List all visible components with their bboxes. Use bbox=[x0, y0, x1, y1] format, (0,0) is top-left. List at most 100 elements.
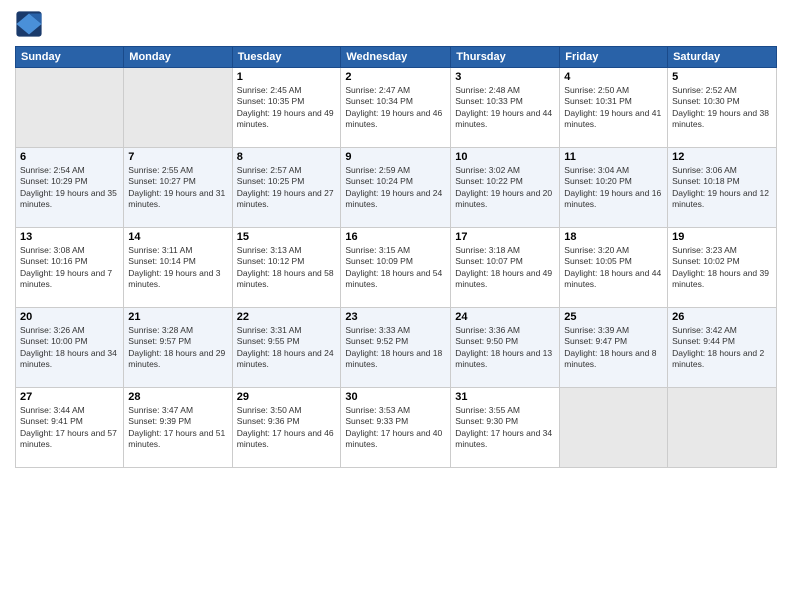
cell-info: Sunrise: 3:06 AMSunset: 10:18 PMDaylight… bbox=[672, 165, 772, 211]
calendar-cell: 11 Sunrise: 3:04 AMSunset: 10:20 PMDaylig… bbox=[560, 148, 668, 228]
calendar-cell bbox=[16, 68, 124, 148]
cell-info: Sunrise: 3:50 AMSunset: 9:36 PMDaylight:… bbox=[237, 405, 337, 451]
calendar-cell: 5 Sunrise: 2:52 AMSunset: 10:30 PMDayligh… bbox=[668, 68, 777, 148]
day-number: 31 bbox=[455, 391, 555, 403]
calendar-cell: 31Sunrise: 3:55 AMSunset: 9:30 PMDayligh… bbox=[451, 388, 560, 468]
day-number: 28 bbox=[128, 391, 227, 403]
calendar-cell: 18Sunrise: 3:20 AMSunset: 10:05 PMDaylig… bbox=[560, 228, 668, 308]
cell-info: Sunrise: 3:31 AMSunset: 9:55 PMDaylight:… bbox=[237, 325, 337, 371]
cell-info: Sunrise: 2:50 AMSunset: 10:31 PMDaylight… bbox=[564, 85, 663, 131]
cell-info: Sunrise: 3:36 AMSunset: 9:50 PMDaylight:… bbox=[455, 325, 555, 371]
cell-info: Sunrise: 2:59 AMSunset: 10:24 PMDaylight… bbox=[345, 165, 446, 211]
cell-info: Sunrise: 3:02 AMSunset: 10:22 PMDaylight… bbox=[455, 165, 555, 211]
calendar-week-row: 13Sunrise: 3:08 AMSunset: 10:16 PMDaylig… bbox=[16, 228, 777, 308]
calendar-cell: 7 Sunrise: 2:55 AMSunset: 10:27 PMDayligh… bbox=[124, 148, 232, 228]
cell-info: Sunrise: 2:48 AMSunset: 10:33 PMDaylight… bbox=[455, 85, 555, 131]
day-number: 8 bbox=[237, 151, 337, 163]
cell-info: Sunrise: 3:23 AMSunset: 10:02 PMDaylight… bbox=[672, 245, 772, 291]
day-number: 29 bbox=[237, 391, 337, 403]
day-number: 26 bbox=[672, 311, 772, 323]
calendar-cell: 24 Sunrise: 3:36 AMSunset: 9:50 PMDayligh… bbox=[451, 308, 560, 388]
day-of-week-header: Sunday bbox=[16, 47, 124, 68]
logo bbox=[15, 10, 46, 38]
day-number: 24 bbox=[455, 311, 555, 323]
calendar-week-row: 20 Sunrise: 3:26 AMSunset: 10:00 PMDaylig… bbox=[16, 308, 777, 388]
cell-info: Sunrise: 2:45 AMSunset: 10:35 PMDaylight… bbox=[237, 85, 337, 131]
calendar-cell: 17Sunrise: 3:18 AMSunset: 10:07 PMDaylig… bbox=[451, 228, 560, 308]
day-number: 27 bbox=[20, 391, 119, 403]
calendar-cell bbox=[560, 388, 668, 468]
calendar-cell bbox=[124, 68, 232, 148]
calendar-cell bbox=[668, 388, 777, 468]
day-of-week-header: Tuesday bbox=[232, 47, 341, 68]
logo-icon bbox=[15, 10, 43, 38]
calendar-cell: 6 Sunrise: 2:54 AMSunset: 10:29 PMDayligh… bbox=[16, 148, 124, 228]
day-number: 3 bbox=[455, 71, 555, 83]
calendar-table: SundayMondayTuesdayWednesdayThursdayFrid… bbox=[15, 46, 777, 468]
cell-info: Sunrise: 2:55 AMSunset: 10:27 PMDaylight… bbox=[128, 165, 227, 211]
day-of-week-header: Monday bbox=[124, 47, 232, 68]
cell-info: Sunrise: 2:52 AMSunset: 10:30 PMDaylight… bbox=[672, 85, 772, 131]
calendar-cell: 1 Sunrise: 2:45 AMSunset: 10:35 PMDayligh… bbox=[232, 68, 341, 148]
day-number: 16 bbox=[345, 231, 446, 243]
calendar-cell: 23 Sunrise: 3:33 AMSunset: 9:52 PMDayligh… bbox=[341, 308, 451, 388]
day-number: 4 bbox=[564, 71, 663, 83]
day-number: 20 bbox=[20, 311, 119, 323]
cell-info: Sunrise: 3:18 AMSunset: 10:07 PMDaylight… bbox=[455, 245, 555, 291]
calendar-cell: 13Sunrise: 3:08 AMSunset: 10:16 PMDaylig… bbox=[16, 228, 124, 308]
day-number: 2 bbox=[345, 71, 446, 83]
day-number: 5 bbox=[672, 71, 772, 83]
calendar-cell: 27Sunrise: 3:44 AMSunset: 9:41 PMDayligh… bbox=[16, 388, 124, 468]
calendar-cell: 19 Sunrise: 3:23 AMSunset: 10:02 PMDaylig… bbox=[668, 228, 777, 308]
cell-info: Sunrise: 3:39 AMSunset: 9:47 PMDaylight:… bbox=[564, 325, 663, 371]
cell-info: Sunrise: 2:47 AMSunset: 10:34 PMDaylight… bbox=[345, 85, 446, 131]
cell-info: Sunrise: 3:15 AMSunset: 10:09 PMDaylight… bbox=[345, 245, 446, 291]
cell-info: Sunrise: 3:13 AMSunset: 10:12 PMDaylight… bbox=[237, 245, 337, 291]
calendar-cell: 14 Sunrise: 3:11 AMSunset: 10:14 PMDaylig… bbox=[124, 228, 232, 308]
calendar-cell: 25 Sunrise: 3:39 AMSunset: 9:47 PMDayligh… bbox=[560, 308, 668, 388]
page: SundayMondayTuesdayWednesdayThursdayFrid… bbox=[0, 0, 792, 612]
day-number: 19 bbox=[672, 231, 772, 243]
day-of-week-header: Thursday bbox=[451, 47, 560, 68]
calendar-cell: 22Sunrise: 3:31 AMSunset: 9:55 PMDayligh… bbox=[232, 308, 341, 388]
calendar-cell: 2 Sunrise: 2:47 AMSunset: 10:34 PMDayligh… bbox=[341, 68, 451, 148]
cell-info: Sunrise: 3:11 AMSunset: 10:14 PMDaylight… bbox=[128, 245, 227, 291]
day-number: 6 bbox=[20, 151, 119, 163]
calendar-week-row: 27Sunrise: 3:44 AMSunset: 9:41 PMDayligh… bbox=[16, 388, 777, 468]
calendar-cell: 21Sunrise: 3:28 AMSunset: 9:57 PMDayligh… bbox=[124, 308, 232, 388]
calendar-cell: 8Sunrise: 2:57 AMSunset: 10:25 PMDayligh… bbox=[232, 148, 341, 228]
cell-info: Sunrise: 3:47 AMSunset: 9:39 PMDaylight:… bbox=[128, 405, 227, 451]
cell-info: Sunrise: 3:26 AMSunset: 10:00 PMDaylight… bbox=[20, 325, 119, 371]
header bbox=[15, 10, 777, 38]
cell-info: Sunrise: 2:54 AMSunset: 10:29 PMDaylight… bbox=[20, 165, 119, 211]
day-number: 30 bbox=[345, 391, 446, 403]
calendar-cell: 4 Sunrise: 2:50 AMSunset: 10:31 PMDayligh… bbox=[560, 68, 668, 148]
day-of-week-header: Wednesday bbox=[341, 47, 451, 68]
cell-info: Sunrise: 3:20 AMSunset: 10:05 PMDaylight… bbox=[564, 245, 663, 291]
calendar-cell: 3 Sunrise: 2:48 AMSunset: 10:33 PMDayligh… bbox=[451, 68, 560, 148]
day-number: 12 bbox=[672, 151, 772, 163]
calendar-cell: 20 Sunrise: 3:26 AMSunset: 10:00 PMDaylig… bbox=[16, 308, 124, 388]
day-number: 23 bbox=[345, 311, 446, 323]
calendar-cell: 26 Sunrise: 3:42 AMSunset: 9:44 PMDayligh… bbox=[668, 308, 777, 388]
calendar-cell: 30 Sunrise: 3:53 AMSunset: 9:33 PMDayligh… bbox=[341, 388, 451, 468]
day-number: 1 bbox=[237, 71, 337, 83]
day-number: 15 bbox=[237, 231, 337, 243]
cell-info: Sunrise: 3:08 AMSunset: 10:16 PMDaylight… bbox=[20, 245, 119, 291]
day-number: 11 bbox=[564, 151, 663, 163]
cell-info: Sunrise: 3:33 AMSunset: 9:52 PMDaylight:… bbox=[345, 325, 446, 371]
day-number: 25 bbox=[564, 311, 663, 323]
cell-info: Sunrise: 3:04 AMSunset: 10:20 PMDaylight… bbox=[564, 165, 663, 211]
calendar-cell: 29 Sunrise: 3:50 AMSunset: 9:36 PMDayligh… bbox=[232, 388, 341, 468]
day-number: 7 bbox=[128, 151, 227, 163]
calendar-cell: 10Sunrise: 3:02 AMSunset: 10:22 PMDaylig… bbox=[451, 148, 560, 228]
day-number: 14 bbox=[128, 231, 227, 243]
cell-info: Sunrise: 3:28 AMSunset: 9:57 PMDaylight:… bbox=[128, 325, 227, 371]
day-of-week-header: Saturday bbox=[668, 47, 777, 68]
calendar-cell: 15 Sunrise: 3:13 AMSunset: 10:12 PMDaylig… bbox=[232, 228, 341, 308]
calendar-cell: 9Sunrise: 2:59 AMSunset: 10:24 PMDayligh… bbox=[341, 148, 451, 228]
cell-info: Sunrise: 3:42 AMSunset: 9:44 PMDaylight:… bbox=[672, 325, 772, 371]
calendar-week-row: 6 Sunrise: 2:54 AMSunset: 10:29 PMDayligh… bbox=[16, 148, 777, 228]
cell-info: Sunrise: 3:53 AMSunset: 9:33 PMDaylight:… bbox=[345, 405, 446, 451]
calendar-cell: 16 Sunrise: 3:15 AMSunset: 10:09 PMDaylig… bbox=[341, 228, 451, 308]
